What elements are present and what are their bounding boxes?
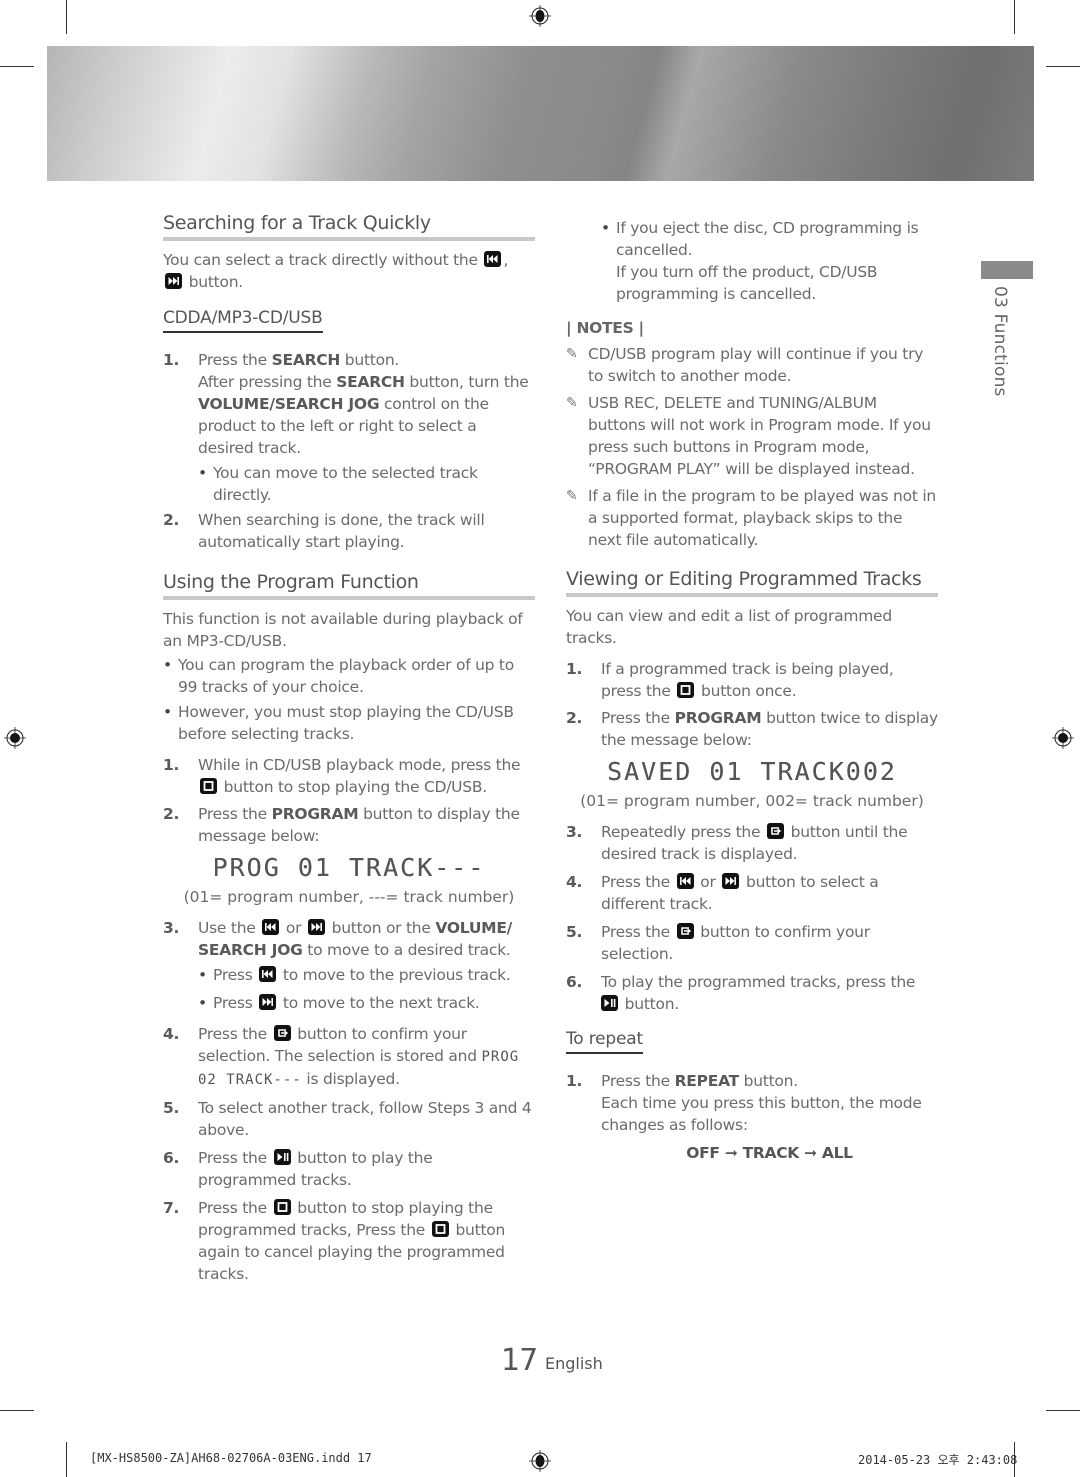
search-step-1-bullet: You can move to the selected track direc… [198, 462, 535, 506]
view-step-3: 3. Repeatedly press the button until the… [566, 823, 908, 863]
header-banner [47, 46, 1034, 181]
skip-back-icon [676, 873, 694, 889]
program-step-7: 7. Press the button to stop playing the … [163, 1199, 506, 1283]
slug-date: 2014-05-23 오후 2:43:08 [858, 1453, 1018, 1467]
note-3: ✎ If a file in the program to be played … [566, 487, 936, 549]
skip-forward-icon [259, 994, 277, 1010]
view-step-2: 2. Press the PROGRAM button twice to dis… [566, 709, 938, 749]
crop-mark [0, 66, 34, 67]
program-bullet-1: You can program the playback order of up… [163, 654, 535, 698]
program-step-6: 6. Press the button to play the programm… [163, 1149, 433, 1189]
stop-icon [273, 1199, 291, 1215]
search-intro: You can select a track directly without … [163, 251, 509, 291]
program-intro: This function is not available during pl… [163, 610, 523, 650]
search-step-1: 1. Press the SEARCH button. After pressi… [163, 349, 535, 506]
subhead-cdda: CDDA/MP3-CD/USB [163, 308, 323, 333]
program-bullet-2: However, you must stop playing the CD/US… [163, 701, 535, 745]
display-caption-prog: (01= program number, ---= track number) [183, 888, 515, 906]
subhead-repeat: To repeat [566, 1029, 643, 1054]
registration-mark-icon [1052, 727, 1074, 749]
cancel-bullet: If you eject the disc, CD programming is… [601, 217, 938, 305]
skip-forward-icon [165, 273, 182, 289]
program-step-3-bullet-prev: Press to move to the previous track. [198, 964, 535, 986]
display-caption-saved: (01= program number, 002= track number) [580, 792, 924, 810]
display-message-prog: PROG 01 TRACK--- [212, 853, 486, 882]
registration-mark-icon [529, 1450, 551, 1472]
pencil-note-icon: ✎ [566, 488, 578, 504]
stop-icon [431, 1221, 449, 1237]
skip-back-icon [484, 251, 502, 267]
view-step-5: 5. Press the button to confirm your sele… [566, 923, 870, 963]
play-pause-icon [273, 1149, 291, 1165]
play-pause-icon [601, 995, 618, 1011]
crop-mark [1014, 0, 1015, 34]
crop-mark [0, 1410, 34, 1411]
note-1: ✎ CD/USB program play will continue if y… [566, 345, 924, 385]
left-column: Searching for a Track Quickly You can se… [163, 212, 535, 1285]
repeat-sequence: OFF ➞ TRACK ➞ ALL [686, 1144, 853, 1162]
section-title-searching: Searching for a Track Quickly [163, 212, 535, 241]
crop-mark [66, 0, 67, 34]
crop-mark [66, 1442, 67, 1477]
stop-icon [677, 682, 695, 698]
skip-back-icon [259, 966, 277, 982]
enter-icon [273, 1025, 291, 1041]
right-column: If you eject the disc, CD programming is… [566, 212, 938, 1164]
stop-icon [200, 778, 217, 794]
slug-filename: [MX-HS8500-ZA]AH68-02706A-03ENG.indd 17 [90, 1451, 372, 1465]
program-step-3-bullet-next: Press to move to the next track. [198, 992, 535, 1014]
view-step-4: 4. Press the or button to select a diffe… [566, 873, 879, 913]
repeat-step-1: 1. Press the REPEAT button. Each time yo… [566, 1070, 938, 1164]
page-number: 17 [501, 1343, 538, 1378]
enter-icon [676, 923, 694, 939]
view-step-1: 1. If a programmed track is being played… [566, 660, 894, 700]
program-step-5: 5. To select another track, follow Steps… [163, 1099, 532, 1139]
section-title-viewing: Viewing or Editing Programmed Tracks [566, 568, 938, 597]
view-step-6: 6. To play the programmed tracks, press … [566, 973, 916, 1013]
pencil-note-icon: ✎ [566, 395, 578, 411]
program-step-2: 2. Press the PROGRAM button to display t… [163, 805, 520, 845]
chapter-tab [981, 261, 1033, 279]
skip-back-icon [262, 919, 280, 935]
chapter-label: 03 Functions [990, 286, 1010, 397]
display-message-saved: SAVED 01 TRACK002 [607, 757, 897, 786]
page-language: English [545, 1354, 603, 1373]
program-step-1: 1. While in CD/USB playback mode, press … [163, 756, 521, 796]
view-intro: You can view and edit a list of programm… [566, 607, 892, 647]
registration-mark-icon [529, 5, 551, 27]
search-step-2: 2. When searching is done, the track wil… [163, 511, 485, 551]
note-2: ✎ USB REC, DELETE and TUNING/ALBUM butto… [566, 394, 931, 478]
registration-mark-icon [4, 727, 26, 749]
notes-label: | NOTES | [566, 319, 644, 337]
program-step-3: 3. Use the or button or the VOLUME/ SEAR… [163, 917, 535, 1014]
pencil-note-icon: ✎ [566, 346, 578, 362]
enter-icon [766, 823, 784, 839]
skip-forward-icon [307, 919, 325, 935]
crop-mark [1046, 66, 1080, 67]
crop-mark [1046, 1410, 1080, 1411]
section-title-program: Using the Program Function [163, 571, 535, 600]
skip-forward-icon [722, 873, 740, 889]
program-step-4: 4. Press the button to confirm your sele… [163, 1025, 520, 1088]
